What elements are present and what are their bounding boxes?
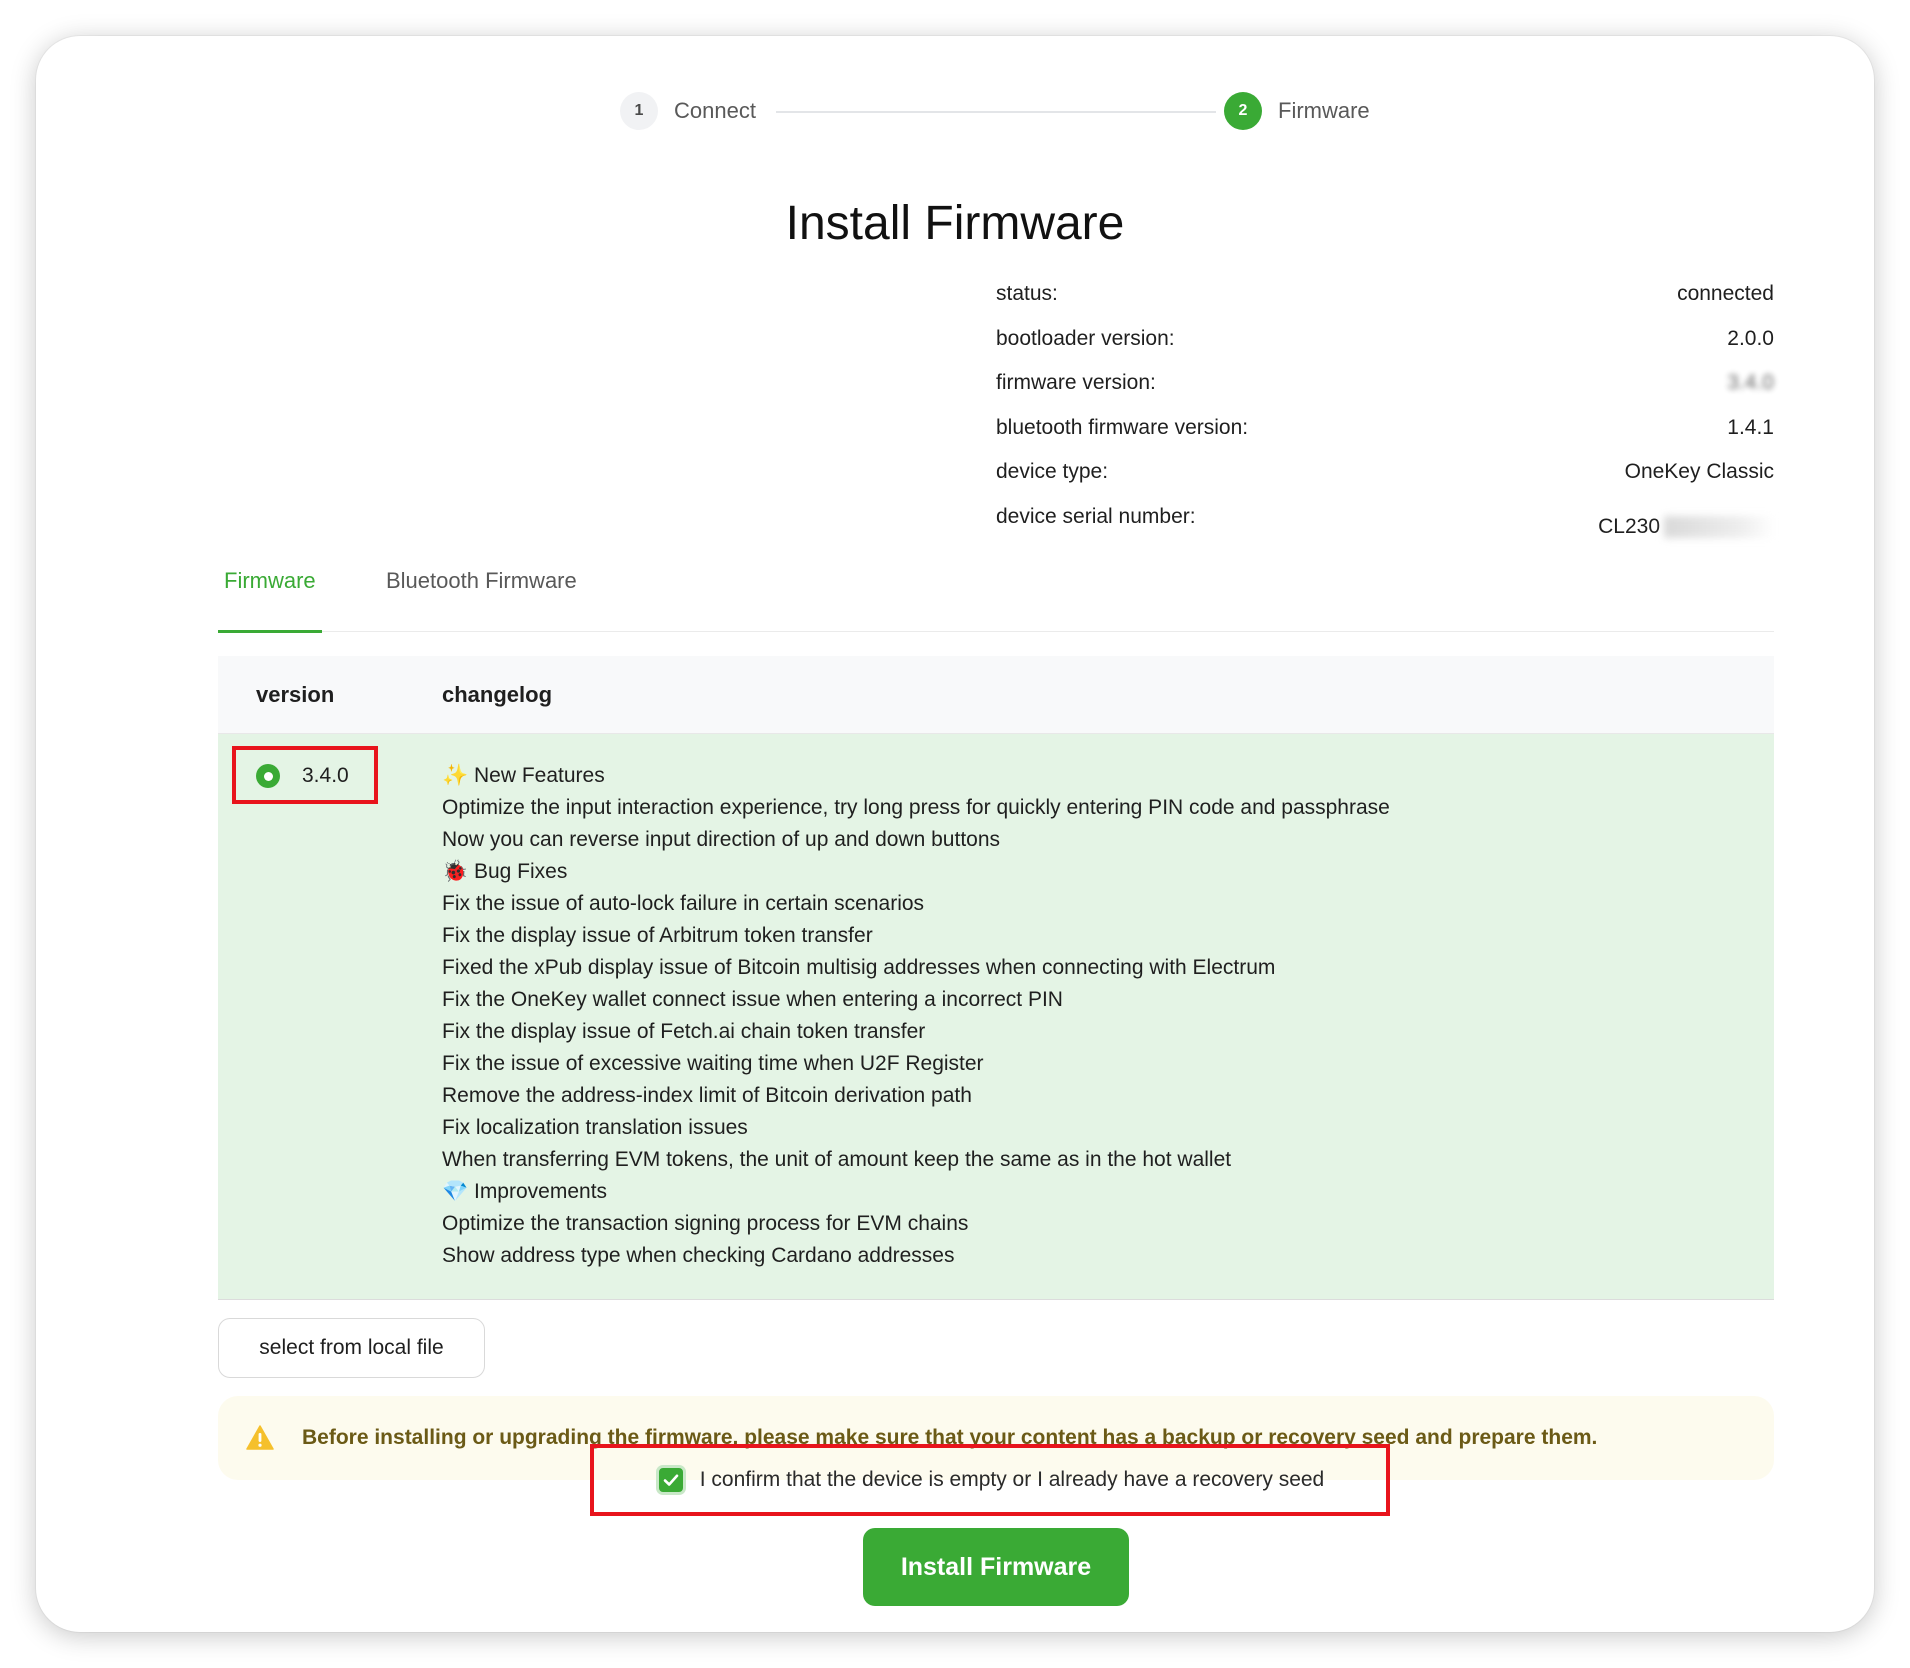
table-row[interactable]: 3.4.0 ✨ New Features Optimize the input … [218, 734, 1774, 1300]
stepper-connector [776, 111, 1216, 113]
info-value: CL230 [1598, 515, 1660, 539]
changelog-line: Optimize the transaction signing process… [442, 1212, 969, 1235]
firmware-table: version changelog 3.4.0 ✨ New Features O… [218, 656, 1774, 1300]
step-connect[interactable]: 1 Connect [620, 92, 756, 130]
step-number: 1 [620, 92, 658, 130]
changelog-line: Remove the address-index limit of Bitcoi… [442, 1084, 972, 1107]
version-label: 3.4.0 [302, 764, 349, 787]
tab-firmware[interactable]: Firmware [218, 568, 322, 633]
changelog-line: Fix the issue of auto-lock failure in ce… [442, 892, 925, 915]
install-firmware-button[interactable]: Install Firmware [863, 1528, 1129, 1606]
version-cell[interactable]: 3.4.0 [256, 764, 349, 788]
info-label: firmware version: [996, 371, 1156, 395]
checkbox-checked-icon[interactable] [655, 1465, 686, 1495]
changelog-line: Show address type when checking Cardano … [442, 1244, 955, 1267]
step-label: Firmware [1278, 98, 1370, 123]
step-firmware[interactable]: 2 Firmware [1224, 92, 1370, 130]
changelog-line: Fix the OneKey wallet connect issue when… [442, 988, 1063, 1011]
changelog-line: Now you can reverse input direction of u… [442, 828, 1001, 851]
changelog-line: Fix the display issue of Arbitrum token … [442, 924, 873, 947]
info-value: 2.0.0 [1727, 326, 1774, 350]
info-row-device-type: device type: OneKey Classic [996, 460, 1774, 505]
table-header: version changelog [218, 656, 1774, 734]
info-row-status: status: connected [996, 282, 1774, 327]
info-row-serial-number: device serial number: CL230 [996, 505, 1774, 550]
tab-bluetooth-firmware[interactable]: Bluetooth Firmware [386, 568, 577, 632]
info-row-bluetooth-version: bluetooth firmware version: 1.4.1 [996, 416, 1774, 461]
changelog-line: When transferring EVM tokens, the unit o… [442, 1148, 1232, 1171]
warning-triangle-icon [246, 1425, 274, 1450]
changelog-line: 🐞 Bug Fixes [442, 860, 568, 883]
changelog-cell: ✨ New Features Optimize the input intera… [442, 760, 1390, 1272]
info-row-bootloader: bootloader version: 2.0.0 [996, 327, 1774, 372]
stepper: 1 Connect 2 Firmware [36, 92, 1874, 132]
info-label: status: [996, 282, 1058, 305]
radio-selected-icon[interactable] [256, 764, 280, 788]
page-title: Install Firmware [785, 197, 1125, 250]
info-value: connected [1677, 282, 1774, 305]
info-label: device serial number: [996, 504, 1196, 528]
info-label: bootloader version: [996, 326, 1175, 350]
step-label: Connect [674, 98, 756, 123]
firmware-install-window: 1 Connect 2 Firmware Install Firmware st… [36, 36, 1874, 1632]
changelog-line: Fixed the xPub display issue of Bitcoin … [442, 956, 1276, 979]
changelog-line: Fix localization translation issues [442, 1116, 748, 1139]
firmware-tabs: Firmware Bluetooth Firmware [218, 558, 1774, 633]
changelog-line: ✨ New Features [442, 764, 605, 787]
changelog-line: Fix the display issue of Fetch.ai chain … [442, 1020, 926, 1043]
changelog-line: 💎 Improvements [442, 1180, 608, 1203]
confirm-label: I confirm that the device is empty or I … [699, 1468, 1325, 1491]
serial-value-wrap: CL230 [1598, 505, 1774, 550]
changelog-line: Optimize the input interaction experienc… [442, 796, 1390, 819]
changelog-line: Fix the issue of excessive waiting time … [442, 1052, 984, 1075]
info-label: bluetooth firmware version: [996, 415, 1249, 439]
redacted-mask [1664, 516, 1774, 539]
checkmark-icon [663, 1474, 679, 1486]
info-value: 1.4.1 [1727, 415, 1774, 439]
info-row-firmware-version: firmware version: 3.4.0 [996, 371, 1774, 416]
select-local-file-button[interactable]: select from local file [218, 1318, 485, 1378]
info-value: OneKey Classic [1624, 460, 1774, 484]
device-info: status: connected bootloader version: 2.… [996, 282, 1774, 550]
info-label: device type: [996, 460, 1109, 484]
column-header-version: version [256, 681, 335, 707]
column-header-changelog: changelog [442, 681, 553, 707]
step-number: 2 [1224, 92, 1262, 130]
confirm-recovery-seed[interactable]: I confirm that the device is empty or I … [590, 1444, 1390, 1516]
info-value: 3.4.0 [1727, 371, 1774, 395]
